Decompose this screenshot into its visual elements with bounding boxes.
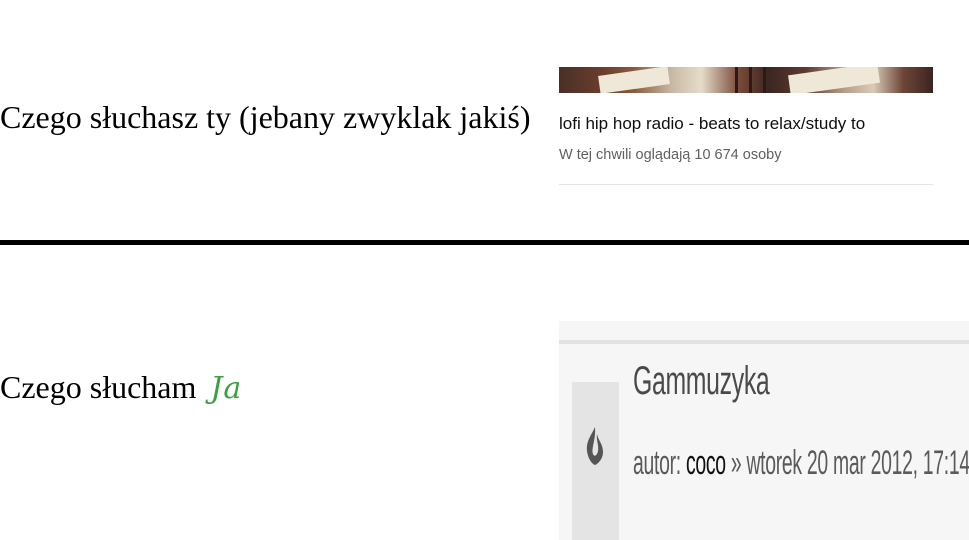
- forum-top-rule: [559, 340, 969, 344]
- video-card[interactable]: lofi hip hop radio - beats to relax/stud…: [559, 0, 933, 186]
- bottom-caption: Czego słucham Ja: [0, 368, 242, 408]
- forum-icon-box: [572, 382, 619, 540]
- bottom-caption-text: Czego słucham: [0, 369, 197, 405]
- flame-icon: [586, 427, 603, 465]
- card-divider: [559, 184, 933, 185]
- video-title[interactable]: lofi hip hop radio - beats to relax/stud…: [559, 114, 865, 134]
- panel-separator: [0, 240, 969, 245]
- caption-signature: Ja: [210, 371, 243, 406]
- post-date: » wtorek 20 mar 2012, 17:14: [725, 444, 969, 482]
- video-thumbnail[interactable]: [559, 67, 933, 93]
- forum-post-meta: autor: coco » wtorek 20 mar 2012, 17:14: [633, 444, 969, 483]
- video-viewer-count: W tej chwili oglądają 10 674 osoby: [559, 147, 782, 163]
- author-name[interactable]: coco: [686, 444, 726, 482]
- forum-post-title[interactable]: Gammuzyka: [633, 359, 770, 404]
- author-prefix: autor:: [633, 444, 686, 482]
- top-caption: Czego słuchasz ty (jebany zwyklak jakiś): [0, 99, 531, 135]
- forum-post-screenshot: Gammuzyka autor: coco » wtorek 20 mar 20…: [559, 321, 969, 540]
